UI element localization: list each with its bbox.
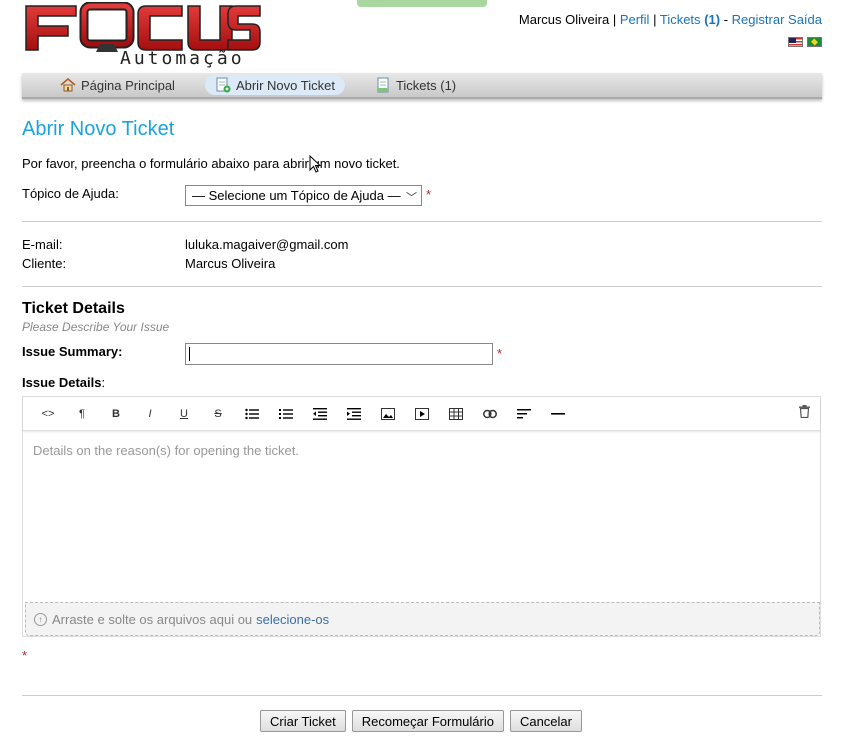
- user-bar: Marcus Oliveira | Perfil | Tickets (1) -…: [518, 12, 822, 27]
- select-files-link[interactable]: selecione-os: [256, 612, 329, 627]
- new-ticket-icon: [216, 77, 231, 93]
- nav-tickets-label: Tickets (1): [395, 77, 457, 93]
- cancel-button[interactable]: Cancelar: [509, 710, 582, 732]
- link-icon[interactable]: [473, 403, 507, 425]
- underline-icon[interactable]: U: [167, 403, 201, 425]
- issue-details-label-text: Issue Details: [22, 375, 102, 390]
- trash-icon[interactable]: [799, 405, 810, 421]
- text-cursor: [189, 347, 190, 361]
- main-nav: Página Principal Abrir Novo Ticket Ticke…: [22, 73, 822, 99]
- dropzone-text: Arraste e solte os arquivos aqui ou: [52, 611, 253, 627]
- video-icon[interactable]: [405, 403, 439, 425]
- topic-select-value: — Selecione um Tópico de Ajuda —: [192, 188, 401, 203]
- profile-link[interactable]: Perfil: [620, 12, 650, 27]
- required-marker: *: [22, 648, 28, 663]
- ticket-details-heading: Ticket Details: [22, 300, 125, 317]
- nav-home-label: Página Principal: [81, 77, 175, 93]
- code-icon[interactable]: <>: [31, 403, 65, 425]
- nav-tickets[interactable]: Tickets (1): [365, 75, 466, 95]
- tickets-link-label: Tickets: [659, 12, 701, 27]
- divider: [22, 695, 822, 696]
- rich-text-editor: <> ¶ B I U S Details on the reason(s) fo…: [22, 396, 821, 637]
- reset-form-button[interactable]: Recomeçar Formulário: [351, 710, 504, 732]
- create-ticket-button[interactable]: Criar Ticket: [260, 710, 346, 732]
- client-label: Cliente:: [22, 256, 67, 271]
- nav-new-ticket-label: Abrir Novo Ticket: [235, 77, 335, 93]
- nav-new-ticket[interactable]: Abrir Novo Ticket: [204, 75, 345, 95]
- tickets-icon: [377, 77, 389, 93]
- topic-select[interactable]: — Selecione um Tópico de Ajuda — ﹀: [185, 185, 422, 206]
- logo-subtitle: Automação: [120, 48, 245, 69]
- image-icon[interactable]: [371, 403, 405, 425]
- tickets-count: (1): [704, 12, 721, 27]
- form-buttons: Criar Ticket Recomeçar Formulário Cancel…: [0, 710, 842, 732]
- table-icon[interactable]: [439, 403, 473, 425]
- focus-logo[interactable]: Automação: [24, 2, 264, 70]
- brazil-flag-icon[interactable]: [807, 37, 822, 47]
- chevron-down-icon: ﹀: [406, 192, 417, 204]
- required-marker: *: [497, 346, 503, 361]
- indent-icon[interactable]: [337, 403, 371, 425]
- strikethrough-icon[interactable]: S: [201, 403, 235, 425]
- divider: [22, 221, 822, 222]
- required-marker: *: [426, 187, 432, 202]
- user-name: Marcus Oliveira: [518, 12, 610, 27]
- intro-text: Por favor, preencha o formulário abaixo …: [22, 156, 400, 171]
- issue-details-colon: :: [101, 375, 106, 390]
- divider: [22, 286, 822, 287]
- upload-icon: ↑: [34, 612, 47, 626]
- logout-link[interactable]: Registrar Saída: [732, 12, 822, 27]
- file-dropzone[interactable]: ↑ Arraste e solte os arquivos aqui ou se…: [25, 602, 820, 636]
- numbered-list-icon[interactable]: [269, 403, 303, 425]
- nav-home[interactable]: Página Principal: [50, 75, 185, 95]
- ticket-details-subtitle: Please Describe Your Issue: [22, 320, 170, 334]
- home-icon: [60, 77, 76, 92]
- top-tab-indicator: [357, 0, 487, 7]
- language-flags: [788, 37, 822, 47]
- issue-summary-label: Issue Summary:: [22, 344, 123, 359]
- paragraph-icon[interactable]: ¶: [65, 403, 99, 425]
- editor-toolbar: <> ¶ B I U S: [23, 397, 820, 431]
- issue-details-label: Issue Details:: [22, 375, 105, 390]
- bullet-list-icon[interactable]: [235, 403, 269, 425]
- issue-summary-input[interactable]: [185, 343, 493, 365]
- horizontal-rule-icon[interactable]: [541, 403, 575, 425]
- mouse-cursor-icon: [309, 155, 321, 173]
- email-label: E-mail:: [22, 237, 63, 252]
- email-value: luluka.magaiver@gmail.com: [185, 237, 349, 252]
- outdent-icon[interactable]: [303, 403, 337, 425]
- align-icon[interactable]: [507, 403, 541, 425]
- italic-icon[interactable]: I: [133, 403, 167, 425]
- page-title: Abrir Novo Ticket: [22, 118, 175, 140]
- userbar-dash: -: [723, 12, 729, 27]
- bold-icon[interactable]: B: [99, 403, 133, 425]
- us-flag-icon[interactable]: [788, 37, 803, 47]
- editor-placeholder: Details on the reason(s) for opening the…: [33, 443, 299, 458]
- topic-label: Tópico de Ajuda:: [22, 186, 119, 201]
- client-value: Marcus Oliveira: [185, 256, 276, 271]
- issue-details-textarea[interactable]: Details on the reason(s) for opening the…: [23, 431, 820, 601]
- tickets-link[interactable]: Tickets (1): [660, 12, 720, 27]
